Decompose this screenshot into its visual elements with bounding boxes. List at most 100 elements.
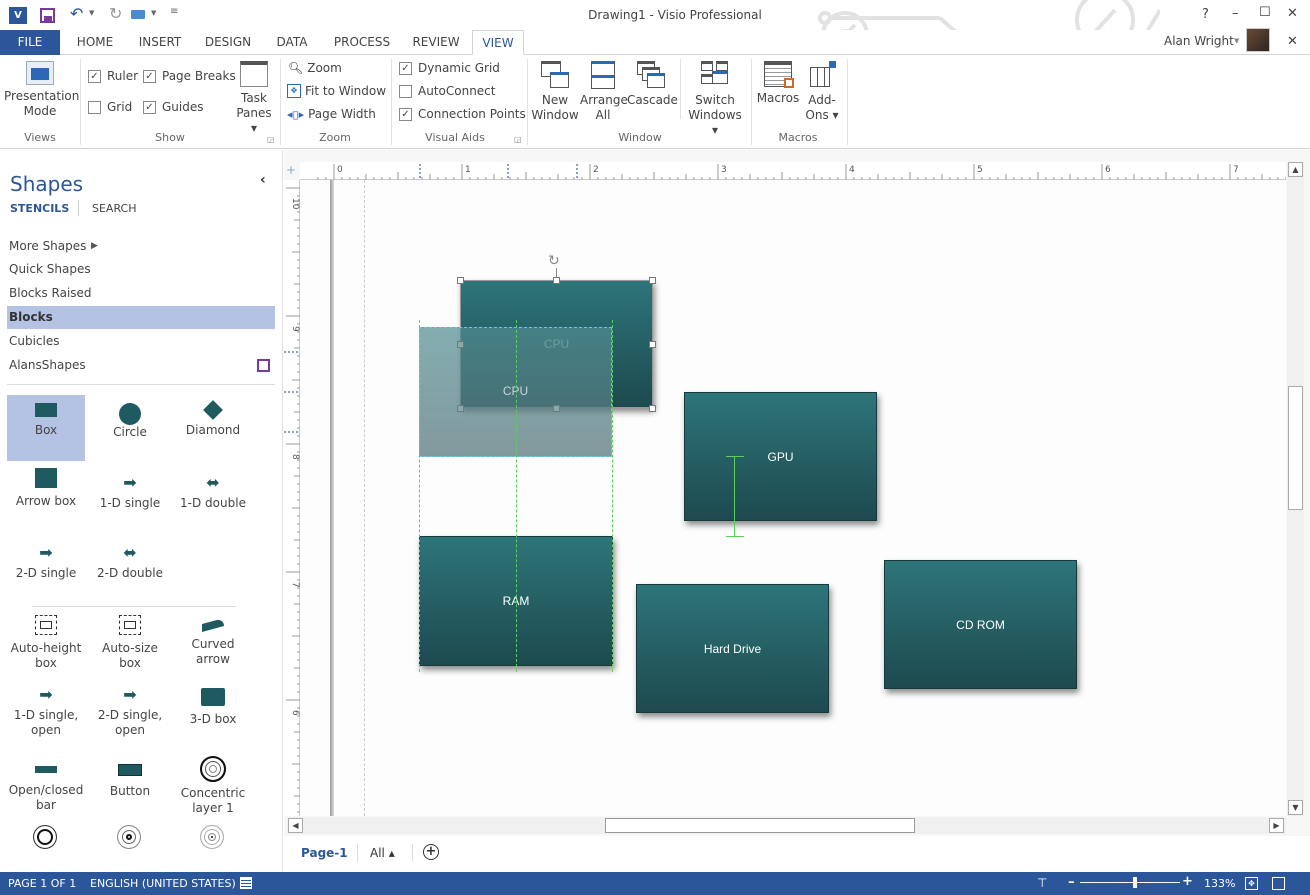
resize-handle[interactable] — [457, 405, 464, 412]
all-pages-button[interactable]: All ▴ — [370, 846, 395, 860]
shape-1d-double[interactable]: ⬌ 1-D double — [174, 466, 252, 511]
stencil-cubicles[interactable]: Cubicles — [7, 330, 275, 353]
task-panes-button[interactable]: Task Panes ▾ — [232, 61, 276, 136]
fit-page-icon[interactable]: ✥ — [1245, 877, 1258, 890]
macros-button[interactable]: Macros — [756, 61, 800, 106]
concentric-circles-icon[interactable] — [117, 825, 141, 849]
shape-concentric-layer-1[interactable]: Concentric layer 1 — [174, 756, 252, 816]
ruler-checkbox[interactable]: ✓ Ruler — [88, 69, 138, 83]
present-dropdown-icon[interactable]: ▼ — [151, 9, 156, 17]
add-page-button[interactable]: + — [423, 844, 439, 860]
help-button[interactable]: ? — [1202, 7, 1209, 22]
tab-process[interactable]: PROCESS — [332, 30, 392, 55]
scroll-right-button[interactable]: ▶ — [1269, 818, 1284, 833]
shape-box[interactable]: Box — [7, 395, 85, 461]
shape-button[interactable]: Button — [91, 762, 169, 799]
rotation-handle-icon[interactable]: ↻ — [548, 253, 560, 269]
stencil-quick-shapes[interactable]: Quick Shapes — [7, 258, 275, 281]
ruler-origin-icon[interactable]: + — [286, 164, 298, 178]
page-tab-page-1[interactable]: Page-1 — [301, 846, 348, 860]
user-name[interactable]: Alan Wright — [1164, 34, 1234, 48]
scroll-up-button[interactable]: ▲ — [1288, 162, 1303, 177]
guides-checkbox[interactable]: ✓ Guides — [143, 100, 204, 114]
stencil-blocks[interactable]: Blocks — [7, 306, 275, 329]
close-button[interactable]: ✕ — [1287, 6, 1298, 21]
shape-1d-single[interactable]: ➡ 1-D single — [91, 466, 169, 511]
visual-aids-dialog-launcher-icon[interactable]: ◲ — [514, 135, 522, 144]
search-tab[interactable]: SEARCH — [92, 202, 137, 215]
dynamic-grid-checkbox[interactable]: ✓ Dynamic Grid — [399, 61, 500, 75]
user-avatar[interactable] — [1246, 28, 1270, 52]
show-dialog-launcher-icon[interactable]: ◲ — [267, 135, 275, 144]
scroll-down-button[interactable]: ▼ — [1288, 800, 1303, 815]
stencil-alansshapes[interactable]: AlansShapes — [7, 354, 275, 377]
concentric-circles-icon[interactable] — [33, 825, 57, 849]
tab-insert[interactable]: INSERT — [133, 30, 187, 55]
page-number-status[interactable]: PAGE 1 OF 1 — [8, 877, 76, 890]
shape-cd-rom[interactable]: CD ROM — [884, 560, 1077, 689]
tab-view[interactable]: VIEW — [472, 30, 524, 55]
autoconnect-checkbox[interactable]: AutoConnect — [399, 84, 495, 98]
save-icon[interactable] — [257, 359, 270, 372]
shape-auto-size-box[interactable]: Auto-size box — [91, 615, 169, 671]
tab-data[interactable]: DATA — [272, 30, 312, 55]
switch-windows-icon[interactable] — [1272, 877, 1285, 890]
fit-to-window-button[interactable]: ✥ Fit to Window — [287, 84, 386, 98]
shape-curved-arrow[interactable]: Curved arrow — [174, 615, 252, 667]
tab-design[interactable]: DESIGN — [201, 30, 255, 55]
save-icon[interactable] — [40, 8, 55, 23]
presentation-mode-icon[interactable]: ⊤ — [1037, 876, 1047, 890]
grid-checkbox[interactable]: Grid — [88, 100, 132, 114]
connection-points-checkbox[interactable]: ✓ Connection Points — [399, 107, 526, 121]
switch-windows-button[interactable]: Switch Windows ▾ — [684, 61, 746, 138]
shape-2d-single[interactable]: ➡ 2-D single — [7, 540, 85, 581]
vertical-scroll-thumb[interactable] — [1288, 386, 1303, 510]
horizontal-scroll-thumb[interactable] — [605, 818, 915, 833]
shape-diamond[interactable]: Diamond — [174, 395, 252, 438]
minimize-button[interactable]: – — [1232, 6, 1239, 21]
resize-handle[interactable] — [649, 277, 656, 284]
shape-hard-drive[interactable]: Hard Drive — [636, 584, 829, 713]
tab-review[interactable]: REVIEW — [409, 30, 463, 55]
vertical-ruler[interactable]: 10 9 8 7 6 — [284, 180, 300, 816]
undo-dropdown-icon[interactable]: ▼ — [89, 9, 94, 17]
horizontal-scrollbar[interactable]: ◀ ▶ — [287, 817, 1286, 834]
concentric-circles-icon[interactable] — [200, 825, 224, 849]
tab-home[interactable]: HOME — [70, 30, 120, 55]
shape-2d-double[interactable]: ⬌ 2-D double — [91, 540, 169, 581]
scroll-left-button[interactable]: ◀ — [288, 818, 303, 833]
maximize-button[interactable]: ☐ — [1259, 5, 1271, 20]
shape-arrow-box[interactable]: Arrow box — [7, 466, 85, 509]
resize-handle[interactable] — [553, 277, 560, 284]
shape-3d-box[interactable]: 3-D box — [174, 688, 252, 727]
collapse-panel-button[interactable]: ‹ — [260, 172, 266, 188]
zoom-percent[interactable]: 133% — [1204, 877, 1235, 890]
drawing-page[interactable]: GPU RAM Hard Drive CD ROM CPU CPU ↻ — [300, 180, 1286, 816]
shape-1d-single-open[interactable]: ➡ 1-D single, open — [7, 687, 85, 738]
stencil-more-shapes[interactable]: More Shapes ▶ — [7, 235, 275, 258]
shape-circle[interactable]: Circle — [91, 395, 169, 440]
customize-qat-icon[interactable]: ≡ — [170, 6, 178, 17]
undo-icon[interactable]: ↶ — [70, 4, 83, 23]
zoom-slider[interactable] — [1080, 877, 1180, 888]
page-breaks-checkbox[interactable]: ✓ Page Breaks — [143, 69, 236, 83]
new-window-button[interactable]: New Window — [531, 61, 579, 123]
arrange-all-button[interactable]: Arrange All — [580, 61, 628, 123]
resize-handle[interactable] — [457, 277, 464, 284]
visio-icon[interactable]: V — [9, 7, 27, 24]
language-status[interactable]: ENGLISH (UNITED STATES) — [90, 877, 236, 890]
resize-handle[interactable] — [553, 405, 560, 412]
shape-open-closed-bar[interactable]: Open/closed bar — [7, 762, 85, 813]
user-dropdown-icon[interactable]: ▼ — [1234, 37, 1239, 45]
shape-gpu[interactable]: GPU — [684, 392, 877, 521]
presentation-mode-button[interactable]: Presentation Mode — [4, 61, 79, 119]
vertical-scrollbar[interactable]: ▲ ▼ — [1287, 162, 1304, 816]
page-width-button[interactable]: ◂▯▸ Page Width — [287, 107, 376, 121]
zoom-out-button[interactable]: – — [1068, 875, 1075, 890]
present-icon[interactable] — [131, 10, 145, 19]
resize-handle[interactable] — [649, 405, 656, 412]
cascade-button[interactable]: Cascade — [627, 61, 678, 108]
redo-icon[interactable]: ↻ — [109, 4, 122, 23]
add-ons-button[interactable]: Add- Ons ▾ — [802, 61, 842, 123]
zoom-in-button[interactable]: + — [1182, 874, 1193, 889]
